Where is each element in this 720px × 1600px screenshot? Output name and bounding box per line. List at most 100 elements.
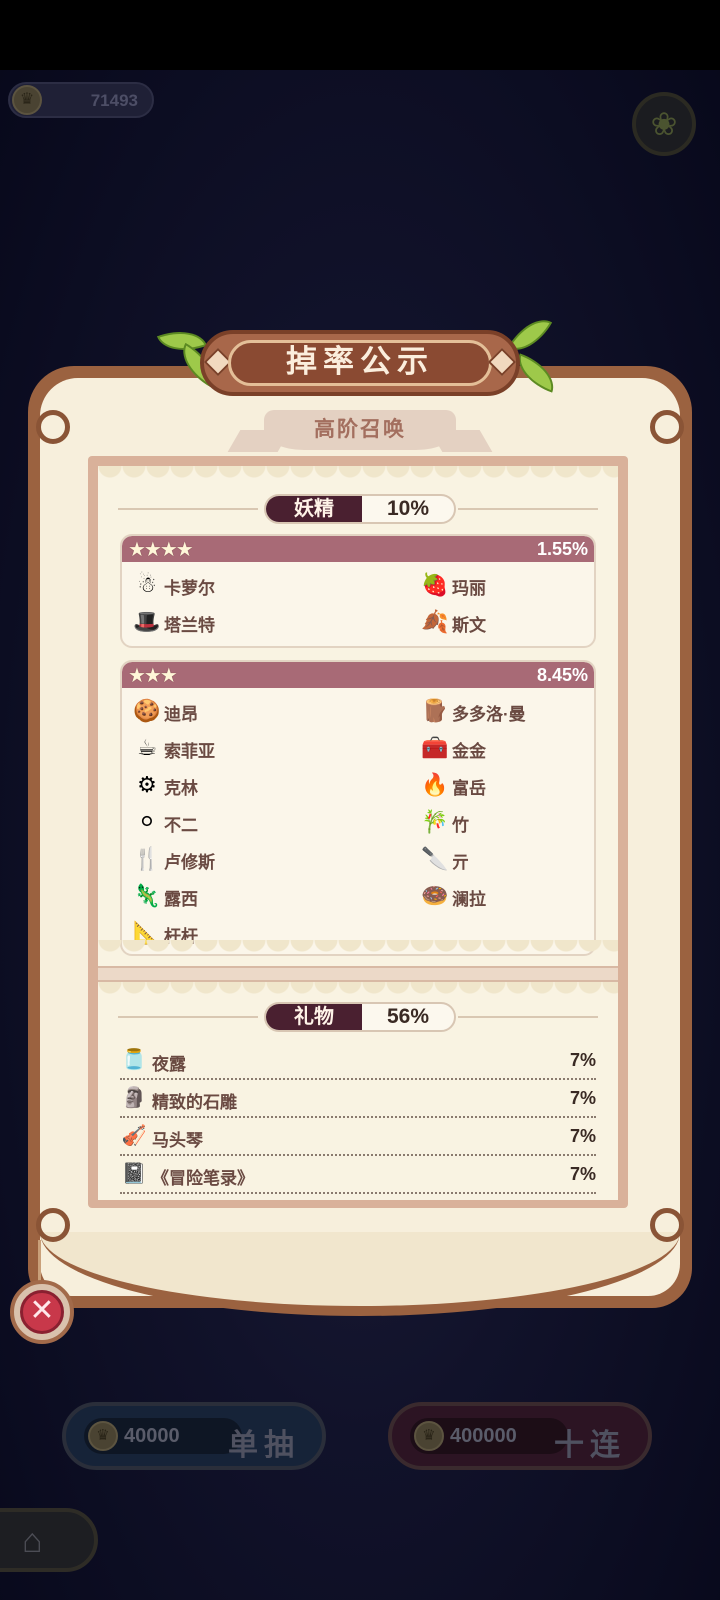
coin-icon: ♛ bbox=[414, 1421, 444, 1451]
fairy-icon: ⚙ bbox=[137, 772, 157, 797]
fairy-name: 不二 bbox=[164, 816, 198, 835]
fairy-name: 澜拉 bbox=[452, 890, 486, 909]
fairy-icon: ☃ bbox=[137, 572, 157, 597]
fairy-name: 克林 bbox=[164, 779, 198, 798]
corner-ornament bbox=[650, 1208, 684, 1242]
dialog-title: 掉率公示 bbox=[228, 340, 492, 386]
fairy-icon: 🍂 bbox=[421, 609, 449, 634]
fairy-name: 亓 bbox=[452, 853, 469, 872]
fairy-icon: 🍪 bbox=[133, 698, 161, 723]
fairy-category-header: 妖精 10% bbox=[98, 494, 618, 524]
ten-draw-cost-value: 400000 bbox=[450, 1425, 517, 1447]
gift-category-name: 礼物 bbox=[266, 1004, 362, 1030]
close-icon: ✕ bbox=[20, 1290, 64, 1334]
gift-icon: 📓 bbox=[121, 1163, 147, 1185]
divider-line bbox=[118, 1016, 258, 1018]
gift-category-header: 礼物 56% bbox=[98, 1002, 618, 1032]
fairy-name: 卢修斯 bbox=[164, 853, 215, 872]
gift-rate: 7% bbox=[569, 1088, 596, 1108]
gift-icon: 🗿 bbox=[121, 1087, 147, 1109]
coin-icon: ♛ bbox=[88, 1421, 118, 1451]
star-rating-icon: ★★★★ bbox=[128, 539, 194, 561]
summon-type-ribbon: 高阶召唤 bbox=[264, 410, 456, 450]
close-button[interactable]: ✕ bbox=[10, 1280, 74, 1344]
gift-row: 🫙 夜露 7% bbox=[120, 1042, 596, 1080]
tier-bar: ★★★★ 1.55% bbox=[122, 536, 594, 562]
gift-rate: 7% bbox=[569, 1164, 596, 1184]
coin-balance: ♛ 71493 bbox=[8, 82, 154, 118]
star-rating-icon: ★★★ bbox=[128, 665, 178, 687]
tier-rate: 1.55% bbox=[536, 539, 588, 559]
fairy-icon: 🔪 bbox=[421, 846, 449, 871]
fairy-category-name: 妖精 bbox=[266, 496, 362, 522]
fairy-name: 迪昂 bbox=[164, 705, 198, 724]
divider-line bbox=[118, 508, 258, 510]
fairy-name: 塔兰特 bbox=[164, 616, 215, 635]
fairy-name: 玛丽 bbox=[452, 579, 486, 598]
fairy-icon: ⚪ bbox=[137, 809, 157, 834]
title-plaque: 掉率公示 bbox=[200, 330, 520, 396]
fairy-name: 富岳 bbox=[452, 779, 486, 798]
gift-icon: 🫙 bbox=[121, 1049, 147, 1071]
gift-category-pill: 礼物 56% bbox=[264, 1002, 456, 1032]
tier-4-star: ★★★★ 1.55% ☃ 卡萝尔 🍓 玛丽 🎩 塔兰特 🍂 斯文 bbox=[120, 534, 596, 648]
fairy-icon: 🎩 bbox=[133, 609, 161, 634]
gift-rate: 7% bbox=[569, 1050, 596, 1070]
fairy-category-rate: 10% bbox=[386, 497, 430, 520]
gift-row: 📓 《冒险笔录》 7% bbox=[120, 1156, 596, 1194]
fairy-icon: 🪵 bbox=[421, 698, 449, 723]
corner-ornament bbox=[36, 410, 70, 444]
single-draw-cost: ♛ 40000 bbox=[84, 1418, 242, 1454]
fairy-category-pill: 妖精 10% bbox=[264, 494, 456, 524]
scallop-border bbox=[98, 466, 618, 490]
status-bar bbox=[0, 0, 720, 70]
gem-ornament bbox=[487, 347, 517, 377]
fairy-icon: ☕ bbox=[137, 735, 157, 760]
gift-icon: 🎻 bbox=[121, 1125, 147, 1147]
gift-rate: 7% bbox=[569, 1126, 596, 1146]
home-button[interactable]: ⌂ bbox=[0, 1508, 98, 1572]
coin-balance-value: 71493 bbox=[90, 91, 138, 110]
scallop-border bbox=[98, 940, 618, 964]
tier-3-star: ★★★ 8.45% 🍪 迪昂 🪵 多多洛·曼 ☕ 索菲亚 🧰 金金 ⚙ 克林 🔥… bbox=[120, 660, 596, 956]
single-draw-cost-value: 40000 bbox=[124, 1425, 180, 1447]
gift-name: 马头琴 bbox=[152, 1131, 203, 1150]
fairy-name: 卡萝尔 bbox=[164, 579, 215, 598]
gift-name: 《冒险笔录》 bbox=[152, 1169, 254, 1188]
corner-ornament bbox=[36, 1208, 70, 1242]
fairy-icon: 🍓 bbox=[421, 572, 449, 597]
gift-row: 🗿 精致的石雕 7% bbox=[120, 1080, 596, 1118]
home-icon: ⌂ bbox=[22, 1522, 43, 1560]
ten-draw-cost: ♛ 400000 bbox=[410, 1418, 568, 1454]
fairy-name: 金金 bbox=[452, 742, 486, 761]
ten-draw-label: 十连 bbox=[554, 1429, 626, 1462]
fairy-name: 露西 bbox=[164, 890, 198, 909]
fairy-name: 多多洛·曼 bbox=[452, 705, 526, 724]
gift-category-rate: 56% bbox=[386, 1005, 430, 1028]
fairy-icon: 🧰 bbox=[421, 735, 449, 760]
fairy-icon: 🔥 bbox=[421, 772, 449, 797]
section-divider bbox=[98, 966, 618, 982]
gift-name: 精致的石雕 bbox=[152, 1093, 237, 1112]
ten-draw-button[interactable]: ♛ 400000 十连 bbox=[388, 1402, 652, 1470]
single-draw-label: 单抽 bbox=[228, 1429, 300, 1462]
gift-row: 🎻 马头琴 7% bbox=[120, 1118, 596, 1156]
fairy-icon: 🍩 bbox=[421, 883, 449, 908]
tier-rate: 8.45% bbox=[536, 665, 588, 685]
coin-icon: ♛ bbox=[12, 85, 42, 115]
divider-line bbox=[458, 1016, 598, 1018]
fairy-name: 索菲亚 bbox=[164, 742, 215, 761]
fairy-icon: 🎋 bbox=[421, 809, 449, 834]
sprout-icon[interactable]: ❀ bbox=[632, 92, 696, 156]
rates-scroll-panel[interactable]: 妖精 10% ★★★★ 1.55% ☃ 卡萝尔 🍓 玛丽 🎩 塔兰特 🍂 斯文 … bbox=[98, 466, 618, 1200]
divider-line bbox=[458, 508, 598, 510]
fairy-icon: 🦎 bbox=[133, 883, 161, 908]
corner-ornament bbox=[650, 410, 684, 444]
fairy-icon: 🍴 bbox=[133, 846, 161, 871]
gift-name: 夜露 bbox=[152, 1055, 186, 1074]
single-draw-button[interactable]: ♛ 40000 单抽 bbox=[62, 1402, 326, 1470]
fairy-name: 竹 bbox=[452, 816, 469, 835]
tier-bar: ★★★ 8.45% bbox=[122, 662, 594, 688]
fairy-name: 斯文 bbox=[452, 616, 486, 635]
rope-decoration bbox=[38, 1240, 41, 1282]
